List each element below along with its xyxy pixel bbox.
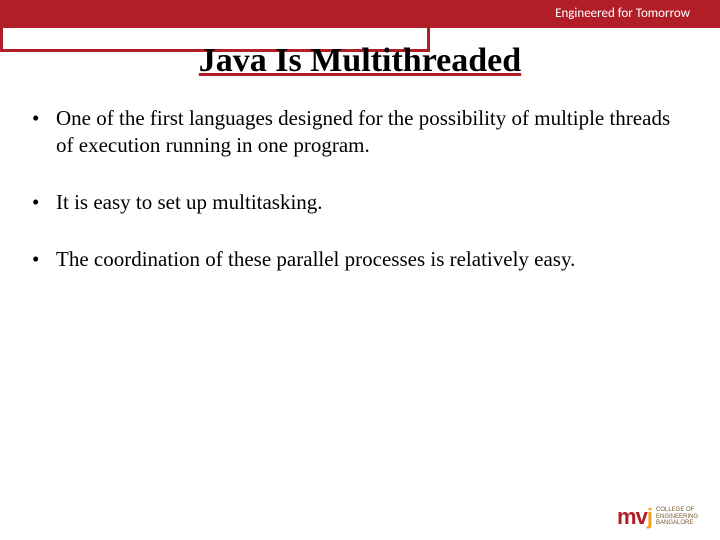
logo-letter: v [636, 504, 647, 529]
logo-letter: m [617, 504, 636, 529]
logo-text-line: BANGALORE [656, 520, 698, 527]
footer-logo: mvj COLLEGE OF ENGINEERING BANGALORE [617, 504, 698, 530]
list-item: One of the first languages designed for … [28, 105, 692, 159]
logo-text-line: ENGINEERING [656, 514, 698, 521]
slide-title: Java Is Multithreaded [0, 42, 720, 80]
bullet-list: One of the first languages designed for … [28, 105, 692, 273]
tagline-text: Engineered for Tomorrow [555, 6, 690, 21]
list-item: The coordination of these parallel proce… [28, 246, 692, 273]
header-bar: Engineered for Tomorrow [0, 0, 720, 28]
logo-text-line: COLLEGE OF [656, 507, 698, 514]
logo-text: COLLEGE OF ENGINEERING BANGALORE [656, 507, 698, 527]
list-item: It is easy to set up multitasking. [28, 189, 692, 216]
logo-mark: mvj [617, 504, 652, 530]
content-area: One of the first languages designed for … [28, 105, 692, 303]
logo-letter: j [647, 504, 652, 529]
